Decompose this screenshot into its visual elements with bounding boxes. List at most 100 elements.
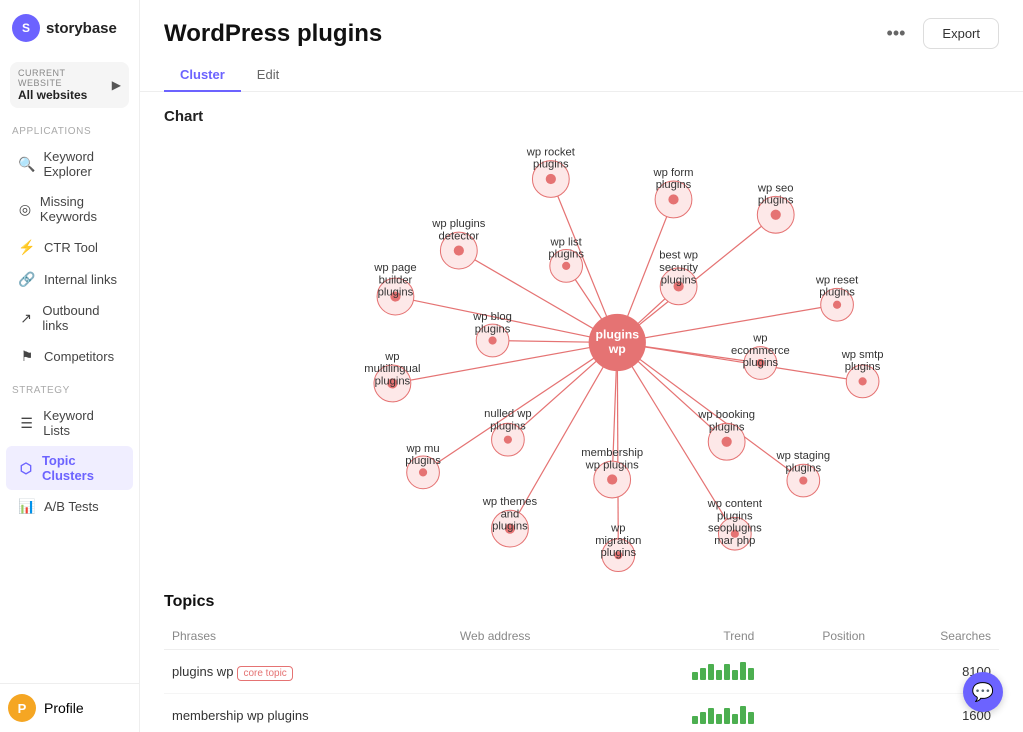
svg-text:plugins: plugins bbox=[661, 274, 697, 286]
sidebar-item-competitors[interactable]: ⚑ Competitors bbox=[6, 341, 133, 372]
svg-text:seoplugins: seoplugins bbox=[708, 523, 762, 535]
sidebar-item-ctr-tool[interactable]: ⚡ CTR Tool bbox=[6, 232, 133, 263]
web-address-cell bbox=[452, 650, 615, 694]
svg-text:wp mu: wp mu bbox=[406, 443, 440, 455]
strategy-label: Strategy bbox=[0, 373, 139, 400]
sidebar-item-keyword-explorer[interactable]: 🔍 Keyword Explorer bbox=[6, 142, 133, 186]
svg-text:mar php: mar php bbox=[714, 535, 755, 547]
chart-area: wp rocket plugins wp form plugins wp seo… bbox=[140, 133, 1023, 593]
internal-links-icon: 🔗 bbox=[18, 271, 36, 288]
svg-text:wp content: wp content bbox=[707, 498, 763, 510]
svg-text:wp plugins: wp plugins bbox=[431, 218, 485, 230]
col-position: Position bbox=[762, 623, 873, 650]
tab-cluster[interactable]: Cluster bbox=[164, 59, 241, 92]
header-actions: ••• Export bbox=[879, 18, 999, 49]
svg-text:builder: builder bbox=[379, 274, 413, 286]
sidebar-item-label: Outbound links bbox=[42, 303, 121, 333]
main-content: WordPress plugins ••• Export Cluster Edi… bbox=[140, 0, 1023, 732]
ab-tests-icon: 📊 bbox=[18, 498, 36, 515]
sidebar-item-ab-tests[interactable]: 📊 A/B Tests bbox=[6, 491, 133, 522]
svg-text:wp plugins: wp plugins bbox=[585, 459, 639, 471]
position-cell bbox=[762, 694, 873, 732]
svg-text:wp staging: wp staging bbox=[775, 450, 830, 462]
svg-text:wp booking: wp booking bbox=[697, 409, 755, 421]
svg-text:nulled wp: nulled wp bbox=[484, 408, 531, 420]
current-website-name: All websites bbox=[18, 88, 112, 102]
svg-text:plugins: plugins bbox=[743, 357, 779, 369]
svg-text:plugins: plugins bbox=[378, 287, 414, 299]
outbound-icon: ↗ bbox=[18, 310, 34, 327]
sidebar-item-outbound-links[interactable]: ↗ Outbound links bbox=[6, 296, 133, 340]
sidebar: S storybase CURRENT WEBSITE All websites… bbox=[0, 0, 140, 732]
svg-text:wp reset: wp reset bbox=[815, 274, 859, 286]
svg-text:migration: migration bbox=[595, 535, 641, 547]
table-row[interactable]: membership wp plugins1600 bbox=[164, 694, 999, 732]
sidebar-item-topic-clusters[interactable]: ⬡ Topic Clusters bbox=[6, 446, 133, 490]
svg-text:wp: wp bbox=[610, 523, 625, 535]
svg-text:detector: detector bbox=[439, 230, 480, 242]
table-row[interactable]: plugins wpcore topic8100 bbox=[164, 650, 999, 694]
svg-text:and: and bbox=[501, 508, 520, 520]
col-phrases: Phrases bbox=[164, 623, 452, 650]
applications-section: Applications 🔍 Keyword Explorer ◎ Missin… bbox=[0, 114, 139, 373]
sidebar-item-label: A/B Tests bbox=[44, 499, 99, 514]
svg-text:wp: wp bbox=[384, 351, 399, 363]
position-cell bbox=[762, 650, 873, 694]
svg-text:plugins: plugins bbox=[709, 421, 745, 433]
svg-text:plugins: plugins bbox=[475, 323, 511, 335]
svg-text:plugins: plugins bbox=[600, 547, 636, 559]
svg-text:plugins: plugins bbox=[819, 287, 855, 299]
chart-section-title: Chart bbox=[140, 92, 1023, 133]
current-website-selector[interactable]: CURRENT WEBSITE All websites ▶ bbox=[10, 62, 129, 108]
sidebar-item-missing-keywords[interactable]: ◎ Missing Keywords bbox=[6, 187, 133, 231]
col-searches: Searches bbox=[873, 623, 999, 650]
current-website-label: CURRENT WEBSITE bbox=[18, 68, 112, 88]
competitors-icon: ⚑ bbox=[18, 348, 36, 365]
svg-text:plugins: plugins bbox=[845, 361, 881, 373]
svg-text:wp list: wp list bbox=[550, 236, 583, 248]
trend-cell bbox=[615, 650, 762, 694]
svg-text:plugins: plugins bbox=[490, 420, 526, 432]
sidebar-item-label: Missing Keywords bbox=[40, 194, 121, 224]
tabs: Cluster Edit bbox=[140, 49, 1023, 92]
svg-text:plugins: plugins bbox=[405, 455, 441, 467]
applications-label: Applications bbox=[0, 114, 139, 141]
sidebar-item-label: CTR Tool bbox=[44, 240, 98, 255]
avatar: P bbox=[8, 694, 36, 722]
topics-section: Topics Phrases Web address Trend Positio… bbox=[140, 593, 1023, 732]
sidebar-item-label: Keyword Lists bbox=[43, 408, 121, 438]
svg-text:plugins: plugins bbox=[492, 521, 528, 533]
export-button[interactable]: Export bbox=[923, 18, 999, 49]
chat-bubble-button[interactable]: 💬 bbox=[963, 672, 1003, 712]
svg-text:plugins: plugins bbox=[717, 510, 753, 522]
svg-text:membership: membership bbox=[581, 447, 643, 459]
svg-text:plugins: plugins bbox=[786, 462, 822, 474]
missing-icon: ◎ bbox=[18, 201, 32, 218]
chevron-right-icon: ▶ bbox=[112, 78, 121, 92]
sidebar-item-label: Topic Clusters bbox=[42, 453, 121, 483]
topics-table: Phrases Web address Trend Position Searc… bbox=[164, 623, 999, 732]
tab-edit[interactable]: Edit bbox=[241, 59, 295, 92]
sidebar-item-internal-links[interactable]: 🔗 Internal links bbox=[6, 264, 133, 295]
svg-text:plugins: plugins bbox=[595, 327, 639, 341]
sidebar-item-label: Keyword Explorer bbox=[43, 149, 121, 179]
trend-cell bbox=[615, 694, 762, 732]
svg-text:multilingual: multilingual bbox=[364, 363, 420, 375]
svg-text:best wp: best wp bbox=[659, 250, 698, 262]
logo: S storybase bbox=[0, 0, 139, 56]
profile-section[interactable]: P Profile bbox=[0, 683, 139, 732]
topics-title: Topics bbox=[164, 593, 999, 611]
svg-text:security: security bbox=[659, 262, 698, 274]
svg-text:wp: wp bbox=[752, 333, 767, 345]
sidebar-item-label: Internal links bbox=[44, 272, 117, 287]
svg-text:wp form: wp form bbox=[653, 167, 694, 179]
logo-icon: S bbox=[12, 14, 40, 42]
topic-clusters-icon: ⬡ bbox=[18, 460, 34, 477]
sidebar-item-keyword-lists[interactable]: ☰ Keyword Lists bbox=[6, 401, 133, 445]
svg-text:plugins: plugins bbox=[375, 375, 411, 387]
more-options-button[interactable]: ••• bbox=[879, 19, 914, 48]
page-header: WordPress plugins ••• Export bbox=[140, 0, 1023, 49]
svg-text:wp rocket: wp rocket bbox=[526, 146, 576, 158]
col-web-address: Web address bbox=[452, 623, 615, 650]
phrase-cell: plugins wpcore topic bbox=[164, 650, 452, 694]
